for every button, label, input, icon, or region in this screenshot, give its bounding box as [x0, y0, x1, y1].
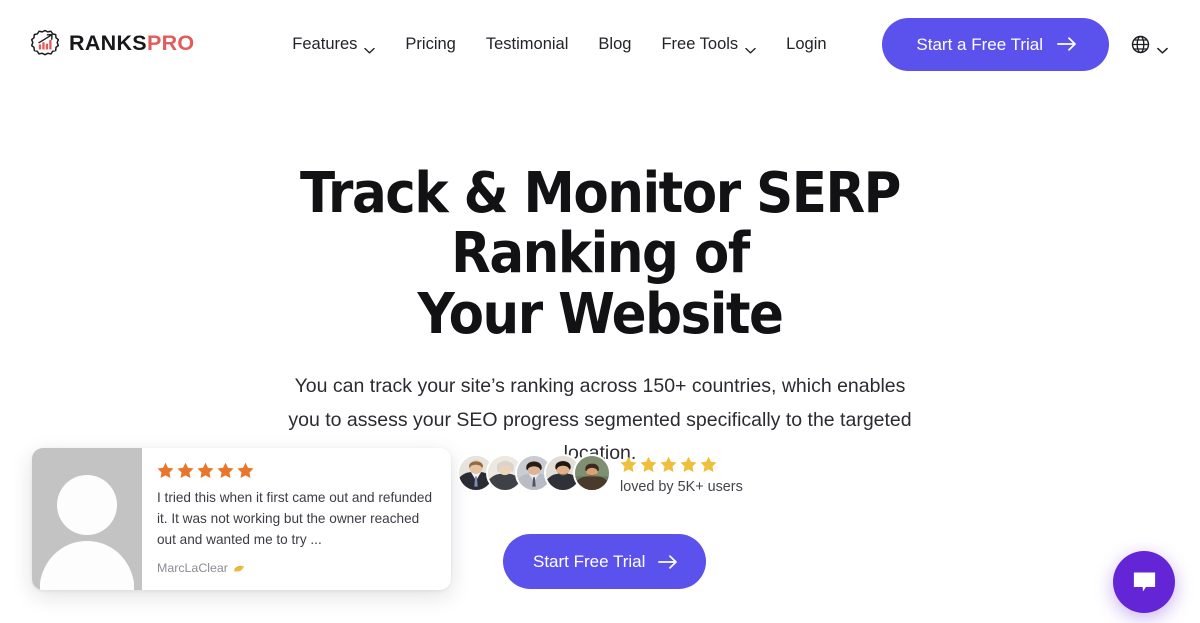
testimonial-card[interactable]: I tried this when it first came out and …	[32, 448, 451, 590]
nav-item-label: Pricing	[405, 34, 456, 53]
user-avatar-stack	[457, 454, 611, 492]
chat-widget-button[interactable]	[1113, 551, 1175, 613]
nav-item-testimonial[interactable]: Testimonial	[486, 36, 569, 53]
testimonial-content: I tried this when it first came out and …	[142, 448, 451, 590]
hero-section: Track & Monitor SERP Ranking of Your Web…	[0, 88, 1200, 471]
testimonial-author: MarcLaClear	[157, 561, 436, 575]
nav-item-label: Features	[292, 34, 358, 53]
nav-item-features[interactable]: Features	[292, 34, 376, 54]
language-switcher[interactable]	[1131, 35, 1168, 54]
site-header: RANKSPRO Features Pricing Testimonial Bl…	[0, 0, 1200, 88]
button-label: Start Free Trial	[533, 552, 646, 571]
nav-item-label: Blog	[598, 34, 632, 53]
star-icon	[640, 456, 657, 473]
hero-title-line-2: Your Website	[417, 281, 784, 347]
brand-logo[interactable]: RANKSPRO	[30, 29, 194, 59]
star-icon	[660, 456, 677, 473]
star-icon	[700, 456, 717, 473]
arrow-right-icon	[1057, 36, 1077, 52]
nav-item-pricing[interactable]: Pricing	[405, 36, 455, 53]
star-icon	[680, 456, 697, 473]
main-navigation: Features Pricing Testimonial Blog Free T…	[250, 34, 827, 54]
brand-name: RANKSPRO	[69, 33, 194, 55]
nav-item-label: Login	[786, 34, 827, 53]
testimonial-rating-stars	[157, 462, 436, 479]
person-placeholder-icon	[32, 448, 142, 590]
chevron-down-icon	[1157, 42, 1168, 54]
button-label: Start a Free Trial	[916, 34, 1043, 54]
testimonial-quote: I tried this when it first came out and …	[157, 490, 433, 547]
users-rating-stars	[620, 456, 743, 473]
arrow-right-icon	[658, 554, 678, 570]
nav-item-label: Testimonial	[485, 34, 569, 53]
hero-cta-container: Start Free Trial	[503, 534, 707, 589]
chevron-down-icon	[364, 42, 376, 54]
start-free-trial-header-button[interactable]: Start a Free Trial	[882, 17, 1109, 71]
avatar	[573, 454, 611, 492]
testimonial-author-name: MarcLaClear	[157, 561, 228, 576]
start-free-trial-hero-button[interactable]: Start Free Trial	[503, 534, 707, 589]
verified-badge-icon	[233, 562, 246, 575]
star-icon	[197, 462, 214, 479]
hero-title-line-1: Track & Monitor SERP Ranking of	[300, 161, 901, 287]
gear-chart-icon	[30, 29, 60, 59]
brand-name-accent: PRO	[146, 31, 195, 56]
nav-item-login[interactable]: Login	[786, 36, 826, 53]
nav-item-blog[interactable]: Blog	[598, 36, 631, 53]
page-title: Track & Monitor SERP Ranking of Your Web…	[278, 161, 922, 347]
star-icon	[217, 462, 234, 479]
star-icon	[177, 462, 194, 479]
header-actions: Start a Free Trial	[882, 17, 1168, 71]
star-icon	[237, 462, 254, 479]
users-social-proof: loved by 5K+ users	[457, 454, 743, 495]
star-icon	[157, 462, 174, 479]
star-icon	[620, 456, 637, 473]
social-proof-section: I tried this when it first came out and …	[0, 448, 1200, 623]
nav-item-free-tools[interactable]: Free Tools	[661, 34, 756, 54]
brand-name-primary: RANKS	[69, 31, 147, 56]
nav-item-label: Free Tools	[661, 34, 739, 53]
chat-bubble-icon	[1131, 569, 1158, 596]
users-count-label: loved by 5K+ users	[620, 479, 743, 495]
globe-icon	[1131, 35, 1150, 54]
chevron-down-icon	[745, 42, 756, 54]
users-rating-block: loved by 5K+ users	[620, 454, 743, 495]
